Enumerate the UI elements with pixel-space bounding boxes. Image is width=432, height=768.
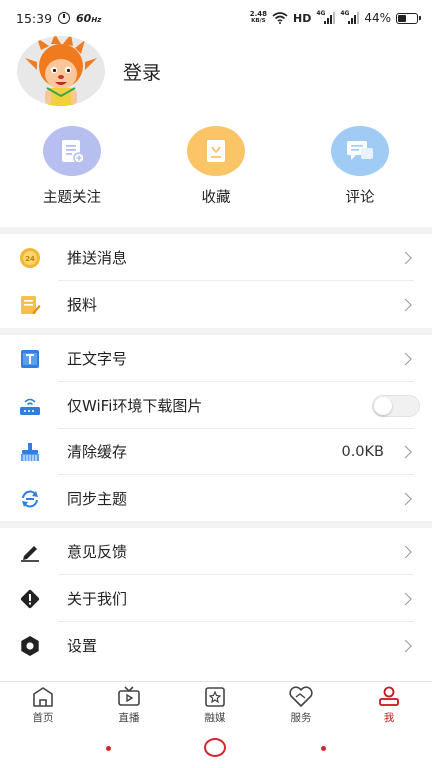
nav-media[interactable]: 融媒 [172, 686, 258, 725]
menu-wifi-download: 仅WiFi环境下载图片 [0, 382, 432, 429]
battery-percent: 44% [364, 11, 391, 25]
menu-feedback[interactable]: 意见反馈 [0, 528, 432, 575]
sync-icon [18, 487, 42, 511]
nav-home[interactable]: 首页 [0, 686, 86, 725]
push-messages-label: 推送消息 [67, 249, 128, 267]
broom-icon [18, 440, 42, 464]
home-icon [33, 687, 53, 707]
section-divider [0, 227, 432, 234]
menu-about[interactable]: 关于我们 [0, 575, 432, 622]
media-icon [205, 687, 225, 707]
router-icon [18, 394, 42, 418]
quick-actions: 主题关注 收藏 评论 [0, 126, 432, 216]
nav-live[interactable]: 直播 [86, 686, 172, 725]
status-bar: 15:39 60Hz 2.48 KB/S HD 4G 4G 44% [0, 0, 432, 36]
wifi-icon [272, 12, 288, 24]
chevron-right-icon [399, 251, 412, 264]
profile-header: 登录 [0, 36, 432, 108]
menu-settings[interactable]: 设置 [0, 622, 432, 669]
chevron-right-icon [399, 298, 412, 311]
pen-icon [18, 540, 42, 564]
menu-push-messages[interactable]: 24 推送消息 [0, 234, 432, 281]
lion-mascot-icon [25, 36, 97, 106]
chevron-right-icon [399, 592, 412, 605]
gear-icon [18, 634, 42, 658]
network-speed: 2.48 KB/S [249, 10, 267, 25]
menu-clear-cache[interactable]: 清除缓存 0.0KB [0, 428, 432, 475]
topic-follow-label: 主题关注 [43, 190, 101, 206]
hd-indicator: HD [292, 11, 312, 25]
bottom-nav: 首页 直播 融媒 服务 我 [0, 681, 432, 729]
wifi-download-toggle[interactable] [372, 394, 420, 417]
chevron-right-icon [399, 639, 412, 652]
system-navigation-bar [0, 729, 432, 768]
wifi-download-label: 仅WiFi环境下载图片 [67, 397, 203, 415]
chevron-right-icon [399, 545, 412, 558]
push-24-icon: 24 [18, 246, 42, 270]
signal-icon-sim2: 4G [340, 10, 360, 24]
topic-follow-icon [43, 126, 101, 176]
svg-text:24: 24 [25, 255, 35, 263]
status-time: 15:39 [16, 10, 53, 26]
text-size-icon [18, 347, 42, 371]
comment-button[interactable]: 评论 [300, 126, 420, 207]
system-back-button[interactable] [106, 746, 111, 751]
live-tv-icon [118, 686, 140, 706]
clear-cache-label: 清除缓存 [67, 443, 128, 461]
about-label: 关于我们 [67, 590, 128, 608]
service-icon [289, 686, 313, 707]
signal-icon-sim1: 4G [316, 10, 336, 24]
system-home-button[interactable] [204, 738, 226, 757]
report-label: 报料 [67, 296, 98, 314]
nav-service[interactable]: 服务 [258, 686, 344, 725]
nav-me[interactable]: 我 [346, 686, 432, 725]
favorites-button[interactable]: 收藏 [156, 126, 276, 207]
avatar[interactable] [17, 36, 105, 106]
alarm-icon [58, 12, 71, 24]
login-button[interactable]: 登录 [123, 58, 161, 85]
chevron-right-icon [399, 445, 412, 458]
comment-icon [331, 126, 389, 176]
refresh-rate: 60Hz [76, 11, 102, 25]
feedback-label: 意见反馈 [67, 543, 128, 561]
section-divider [0, 328, 432, 335]
comment-label: 评论 [345, 190, 375, 206]
section-divider [0, 521, 432, 528]
chevron-right-icon [399, 492, 412, 505]
profile-icon [379, 686, 399, 706]
sync-topic-label: 同步主题 [67, 490, 128, 508]
menu-sync-topic[interactable]: 同步主题 [0, 475, 432, 522]
info-diamond-icon [18, 587, 42, 611]
menu-font-size[interactable]: 正文字号 [0, 335, 432, 382]
battery-icon [396, 12, 421, 24]
topic-follow-button[interactable]: 主题关注 [12, 126, 132, 207]
favorites-icon [187, 126, 245, 176]
font-size-label: 正文字号 [67, 350, 128, 368]
report-edit-icon [18, 293, 42, 317]
settings-label: 设置 [67, 637, 98, 655]
menu-report[interactable]: 报料 [0, 281, 432, 328]
system-recents-button[interactable] [321, 746, 326, 751]
cache-size-value: 0.0KB [341, 443, 384, 460]
chevron-right-icon [399, 352, 412, 365]
favorites-label: 收藏 [201, 190, 231, 206]
